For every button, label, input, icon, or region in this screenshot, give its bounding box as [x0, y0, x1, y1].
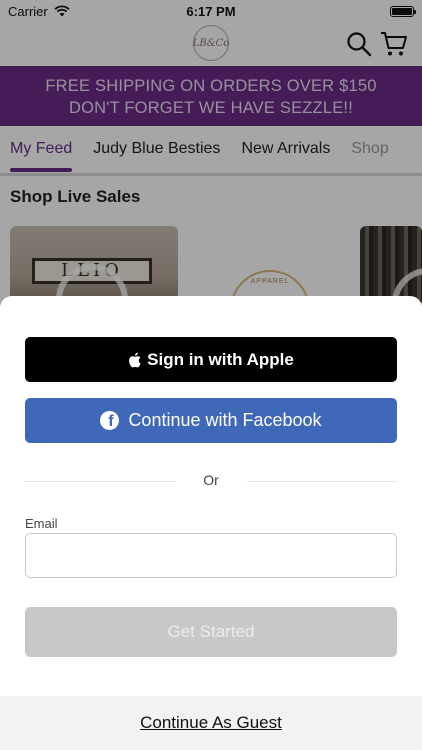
divider-right — [247, 481, 397, 482]
get-started-button[interactable]: Get Started — [25, 607, 397, 657]
facebook-button-label: Continue with Facebook — [128, 410, 322, 430]
email-label: Email — [25, 516, 58, 531]
continue-with-facebook-button[interactable]: f Continue with Facebook — [25, 398, 397, 443]
apple-button-label: Sign in with Apple — [147, 349, 294, 369]
continue-as-guest-link[interactable]: Continue As Guest — [140, 713, 282, 733]
apple-icon — [129, 352, 141, 367]
get-started-label: Get Started — [167, 622, 255, 641]
guest-bar: Continue As Guest — [0, 696, 422, 750]
or-separator: Or — [203, 472, 219, 488]
sign-in-with-apple-button[interactable]: Sign in with Apple — [25, 337, 397, 382]
sign-in-sheet: Sign in with Apple f Continue with Faceb… — [0, 296, 422, 750]
email-field[interactable] — [25, 533, 397, 578]
facebook-icon: f — [100, 411, 120, 430]
